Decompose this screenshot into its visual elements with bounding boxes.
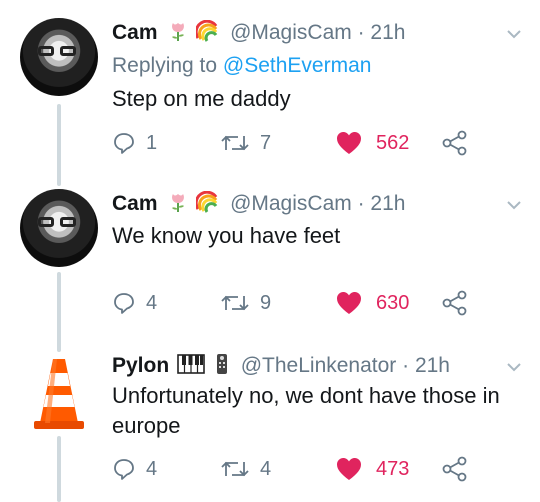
remote-emoji-icon: [215, 353, 229, 381]
reply-count: 4: [146, 291, 158, 314]
replying-to-prefix: Replying to: [112, 54, 223, 77]
handle-and-time: @MagisCam · 21h: [230, 21, 406, 44]
reply-button[interactable]: 4: [112, 454, 157, 484]
avatar[interactable]: [20, 18, 98, 96]
retweet-count: 9: [260, 291, 272, 314]
display-name[interactable]: Cam: [112, 192, 158, 215]
traffic-cone-icon: [34, 359, 84, 429]
avatar[interactable]: [20, 189, 98, 267]
reply-count: 4: [146, 457, 158, 480]
tulip-emoji-icon: [167, 20, 189, 48]
tweet-text: We know you have feet: [112, 223, 341, 248]
mention-link[interactable]: @SethEverman: [223, 54, 372, 77]
like-count: 473: [376, 457, 410, 480]
share-button[interactable]: [442, 128, 468, 158]
replying-to: Replying to @SethEverman: [112, 54, 371, 78]
piano-keys-emoji-icon: [177, 353, 205, 381]
tweet[interactable]: Cam @MagisCam · 21h Replying to @SethEve…: [0, 0, 540, 175]
tweet-header: Pylon @TheLinkenator · 21h: [112, 353, 450, 381]
like-count: 630: [376, 291, 410, 314]
reply-icon: [114, 133, 134, 154]
tweet-header: Cam @MagisCam · 21h: [112, 190, 406, 219]
like-button[interactable]: 630: [336, 288, 409, 318]
reply-button[interactable]: 1: [112, 128, 157, 158]
reply-icon: [114, 293, 134, 314]
reply-icon: [114, 459, 134, 480]
tweet[interactable]: Pylon @TheLinkenator · 21h Unfortunately…: [0, 345, 540, 502]
retweet-icon: [221, 295, 249, 311]
retweet-count: 7: [260, 131, 272, 154]
share-button[interactable]: [442, 288, 468, 318]
reply-button[interactable]: 4: [112, 288, 157, 318]
tweet-actions: 1 7 562: [112, 128, 532, 158]
share-button[interactable]: [442, 454, 468, 484]
chevron-down-icon[interactable]: [506, 359, 522, 375]
rainbow-emoji-icon: [194, 19, 218, 48]
tweet-text: Unfortunately no, we dont have those in …: [112, 381, 512, 441]
retweet-count: 4: [260, 457, 272, 480]
reply-count: 1: [146, 131, 158, 154]
share-icon: [442, 130, 467, 156]
retweet-button[interactable]: 9: [220, 288, 271, 318]
avatar[interactable]: [20, 353, 98, 431]
retweet-icon: [221, 461, 249, 477]
tulip-emoji-icon: [167, 191, 189, 219]
tweet[interactable]: Cam @MagisCam · 21h We know you have fee…: [0, 175, 540, 345]
chevron-down-icon[interactable]: [506, 26, 522, 42]
display-name[interactable]: Cam: [112, 21, 158, 44]
heart-icon: [337, 132, 361, 154]
like-button[interactable]: 473: [336, 454, 409, 484]
display-name[interactable]: Pylon: [112, 354, 169, 377]
tweet-text-line: europe: [112, 413, 181, 438]
rainbow-emoji-icon: [194, 190, 218, 219]
heart-icon: [337, 458, 361, 480]
tweet-text-line: Unfortunately no, we dont have those in: [112, 383, 500, 408]
like-count: 562: [376, 131, 410, 154]
handle-and-time: @TheLinkenator · 21h: [240, 354, 450, 377]
share-icon: [442, 456, 467, 482]
like-button[interactable]: 562: [336, 128, 409, 158]
tweet-text: Step on me daddy: [112, 86, 291, 111]
share-icon: [442, 290, 467, 316]
retweet-button[interactable]: 4: [220, 454, 271, 484]
tweet-header: Cam @MagisCam · 21h: [112, 19, 406, 48]
handle-and-time: @MagisCam · 21h: [230, 192, 406, 215]
tweet-actions: 4 9 630: [112, 288, 532, 318]
retweet-button[interactable]: 7: [220, 128, 271, 158]
chevron-down-icon[interactable]: [506, 197, 522, 213]
heart-icon: [337, 292, 361, 314]
retweet-icon: [221, 135, 249, 151]
tweet-actions: 4 4 473: [112, 454, 532, 484]
